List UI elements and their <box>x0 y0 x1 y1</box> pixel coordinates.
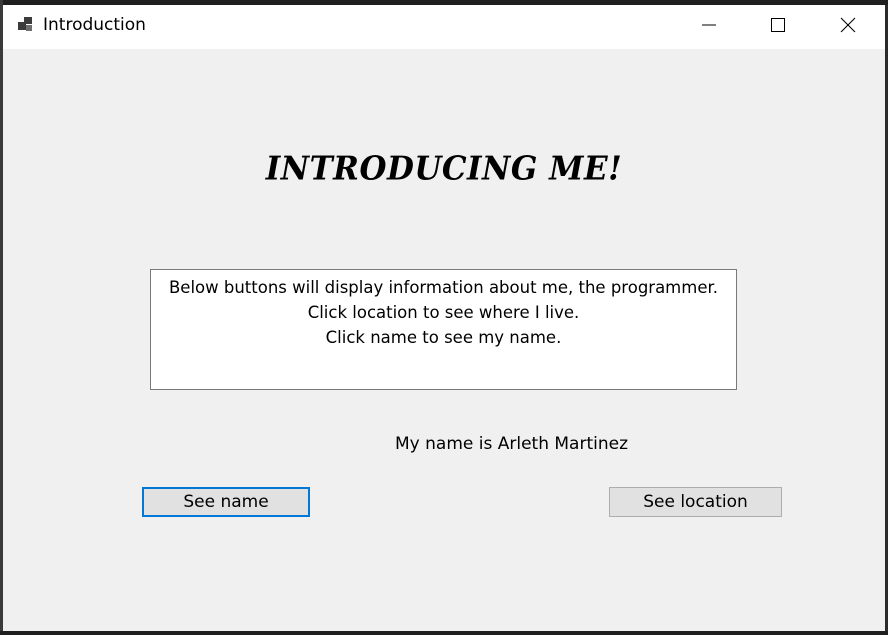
minimize-button[interactable] <box>674 5 744 49</box>
title-bar[interactable]: Introduction <box>3 5 885 49</box>
page-heading: INTRODUCING ME! <box>265 150 623 188</box>
window-title: Introduction <box>43 15 146 35</box>
info-line: Below buttons will display information a… <box>168 278 718 297</box>
maximize-button[interactable] <box>743 5 813 49</box>
maximize-icon <box>770 17 786 37</box>
result-label: My name is Arleth Martinez <box>395 434 628 454</box>
info-line: Click name to see my name. <box>325 328 562 347</box>
info-textbox[interactable]: Below buttons will display information a… <box>150 269 737 390</box>
desktop-edge-bottom <box>0 631 888 635</box>
info-line: Click location to see where I live. <box>307 303 580 322</box>
close-button[interactable] <box>813 5 883 49</box>
app-icon <box>16 16 34 34</box>
see-location-button[interactable]: See location <box>609 487 782 517</box>
close-icon <box>840 17 856 37</box>
introduction-window: Introduction INTRODUCING ME! Below butto… <box>3 5 885 631</box>
see-name-button[interactable]: See name <box>142 487 310 517</box>
minimize-icon <box>701 17 717 37</box>
